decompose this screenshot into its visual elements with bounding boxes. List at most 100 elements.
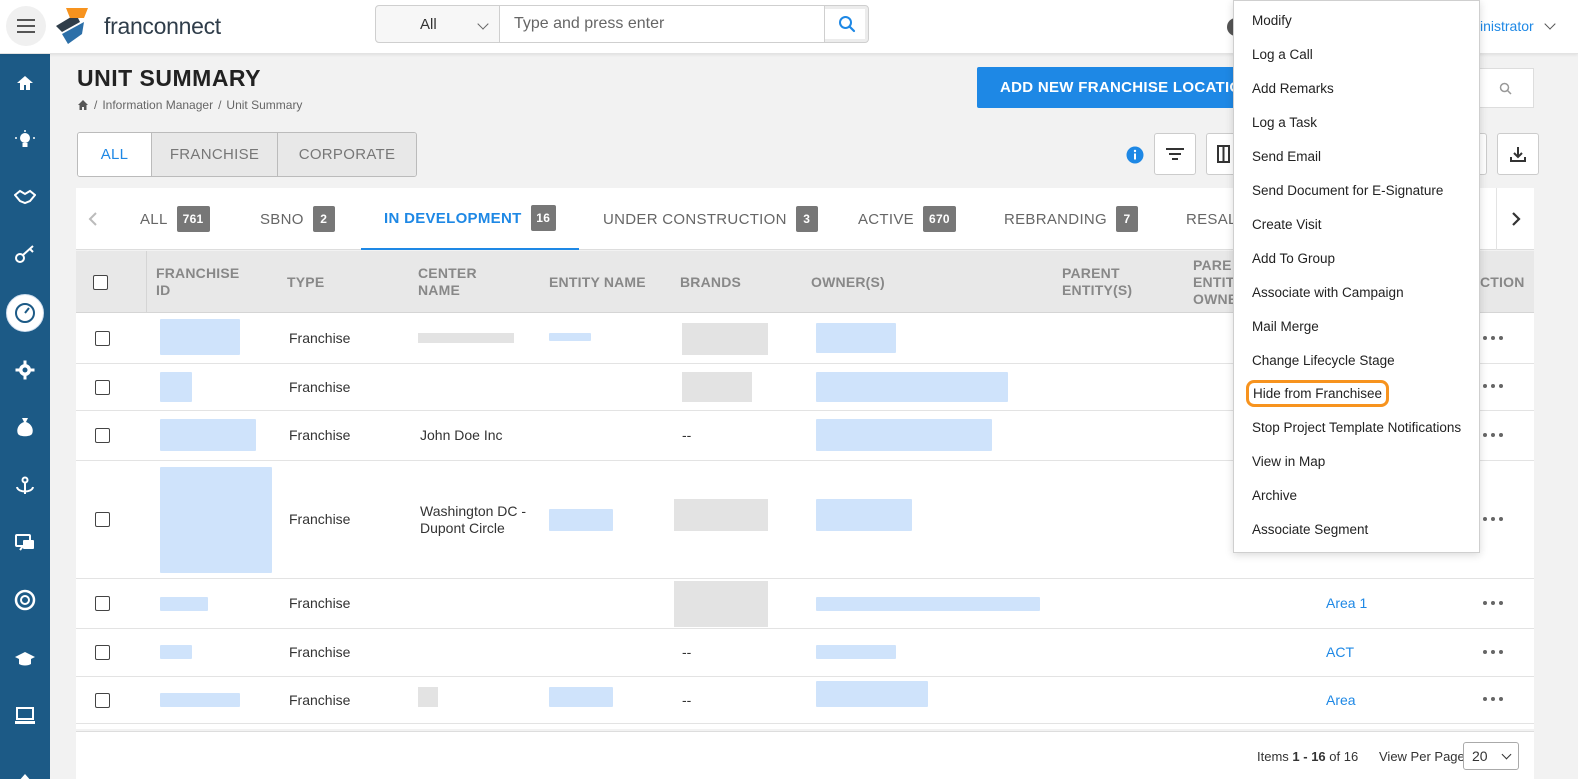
graduation-cap-icon[interactable] <box>0 634 50 684</box>
owners-link[interactable] <box>816 419 992 451</box>
columns-button[interactable] <box>1206 133 1236 175</box>
menu-item-view-in-map[interactable]: View in Map <box>1252 454 1325 469</box>
status-tab-under-construction[interactable]: UNDER CONSTRUCTION 3 <box>603 188 818 250</box>
filter-button[interactable] <box>1154 133 1196 175</box>
row-checkbox[interactable] <box>95 596 110 611</box>
column-entity-name[interactable]: ENTITY NAME <box>549 251 646 313</box>
user-menu[interactable]: inistrator <box>1480 18 1556 34</box>
menu-item-hide-from-franchisee[interactable]: Hide from Franchisee <box>1245 380 1390 407</box>
more-icon[interactable] <box>0 750 50 779</box>
menu-item-archive[interactable]: Archive <box>1252 488 1297 503</box>
info-icon[interactable] <box>1126 146 1144 169</box>
row-actions-button[interactable] <box>1483 336 1503 342</box>
table-row[interactable]: Franchise -- ACT <box>76 629 1534 677</box>
franchise-id-link[interactable] <box>160 645 192 659</box>
hamburger-menu-icon[interactable] <box>6 6 46 46</box>
breadcrumb-information-manager[interactable]: Information Manager <box>102 98 213 112</box>
column-parent-entity-owner[interactable]: PARE ENTIT OWNE <box>1193 251 1233 313</box>
row-actions-button[interactable] <box>1483 650 1503 656</box>
tab-franchise[interactable]: FRANCHISE <box>152 133 278 176</box>
status-tab-in-development[interactable]: IN DEVELOPMENT 16 <box>361 188 579 250</box>
row-checkbox[interactable] <box>95 330 110 346</box>
menu-item-associate-segment[interactable]: Associate Segment <box>1252 522 1368 537</box>
home-icon[interactable] <box>77 99 89 111</box>
row-checkbox[interactable] <box>95 379 110 395</box>
column-franchise-id[interactable]: FRANCHISE ID <box>156 251 256 313</box>
franchise-id-link[interactable] <box>160 372 192 402</box>
area-link[interactable]: ACT <box>1326 629 1354 676</box>
status-tabs-prev-button[interactable] <box>76 188 110 250</box>
owners-link[interactable] <box>816 499 912 531</box>
view-per-page-select[interactable]: 20 <box>1463 742 1519 770</box>
menu-item-add-remarks[interactable]: Add Remarks <box>1252 81 1334 96</box>
row-actions-button[interactable] <box>1483 517 1503 523</box>
chat-icon[interactable] <box>0 518 50 568</box>
menu-item-log-a-call[interactable]: Log a Call <box>1252 47 1313 62</box>
status-tab-rebranding[interactable]: REBRANDING 7 <box>1004 188 1139 250</box>
franchise-id-link[interactable] <box>160 693 240 707</box>
owners-link[interactable] <box>816 597 1040 611</box>
franchise-id-link[interactable] <box>160 319 240 355</box>
anchor-icon[interactable] <box>0 461 50 511</box>
area-link[interactable]: Area <box>1326 677 1356 723</box>
franchise-id-link[interactable] <box>160 419 256 451</box>
status-tabs-next-button[interactable] <box>1496 188 1534 250</box>
key-icon[interactable] <box>0 229 50 279</box>
table-row[interactable]: Franchise Area 1 <box>76 579 1534 629</box>
franchise-id-link[interactable] <box>160 597 208 611</box>
menu-item-send-document-e-signature[interactable]: Send Document for E-Signature <box>1252 183 1443 198</box>
tab-corporate[interactable]: CORPORATE <box>278 133 416 176</box>
monitor-icon[interactable] <box>0 691 50 741</box>
menu-item-change-lifecycle-stage[interactable]: Change Lifecycle Stage <box>1252 353 1395 368</box>
table-search-button[interactable] <box>1478 68 1534 108</box>
column-center-name[interactable]: CENTER NAME <box>418 251 498 313</box>
entity-name-link[interactable] <box>549 509 613 531</box>
row-checkbox[interactable] <box>95 428 110 443</box>
row-actions-button[interactable] <box>1483 433 1503 439</box>
status-tab-active[interactable]: ACTIVE 670 <box>858 188 956 250</box>
search-input[interactable] <box>500 6 824 42</box>
status-tab-resale[interactable]: RESAL <box>1186 188 1237 250</box>
tab-all[interactable]: ALL <box>78 133 152 176</box>
menu-item-send-email[interactable]: Send Email <box>1252 149 1321 164</box>
table-row[interactable]: Franchise -- Area <box>76 677 1534 724</box>
support-icon[interactable] <box>0 575 50 625</box>
status-tab-all[interactable]: ALL 761 <box>140 188 210 250</box>
menu-item-mail-merge[interactable]: Mail Merge <box>1252 319 1319 334</box>
download-button[interactable] <box>1497 133 1539 175</box>
entity-name-link[interactable] <box>549 687 613 707</box>
column-type[interactable]: TYPE <box>287 251 324 313</box>
row-checkbox[interactable] <box>95 645 110 660</box>
money-bag-icon[interactable] <box>0 402 50 452</box>
search-scope-select[interactable]: All <box>376 6 500 42</box>
home-icon[interactable] <box>0 58 50 108</box>
gear-icon[interactable] <box>0 345 50 395</box>
menu-item-log-a-task[interactable]: Log a Task <box>1252 115 1317 130</box>
owners-link[interactable] <box>816 681 928 707</box>
row-actions-button[interactable] <box>1483 384 1503 390</box>
dashboard-icon[interactable] <box>0 288 50 338</box>
row-actions-button[interactable] <box>1483 697 1503 703</box>
menu-item-add-to-group[interactable]: Add To Group <box>1252 251 1335 266</box>
franchise-id-link[interactable] <box>160 467 272 573</box>
menu-item-associate-with-campaign[interactable]: Associate with Campaign <box>1252 285 1404 300</box>
add-new-franchise-location-button[interactable]: ADD NEW FRANCHISE LOCATION <box>977 67 1239 108</box>
row-checkbox[interactable] <box>95 692 110 708</box>
column-owners[interactable]: OWNER(S) <box>811 251 885 313</box>
search-button[interactable] <box>824 6 868 42</box>
row-actions-button[interactable] <box>1483 601 1503 607</box>
handshake-icon[interactable] <box>0 172 50 222</box>
menu-item-stop-project-template-notifications[interactable]: Stop Project Template Notifications <box>1252 420 1461 435</box>
menu-item-create-visit[interactable]: Create Visit <box>1252 217 1322 232</box>
owners-link[interactable] <box>816 323 896 353</box>
select-all-checkbox[interactable] <box>93 274 108 290</box>
owners-link[interactable] <box>816 645 896 659</box>
menu-item-modify[interactable]: Modify <box>1252 13 1292 28</box>
column-brands[interactable]: BRANDS <box>680 251 741 313</box>
status-tab-sbno[interactable]: SBNO 2 <box>260 188 335 250</box>
lightbulb-icon[interactable] <box>0 115 50 165</box>
owners-link[interactable] <box>816 372 1008 402</box>
area-link[interactable]: Area 1 <box>1326 579 1367 628</box>
franconnect-logo[interactable]: franconnect <box>54 4 221 48</box>
row-checkbox[interactable] <box>95 512 110 527</box>
